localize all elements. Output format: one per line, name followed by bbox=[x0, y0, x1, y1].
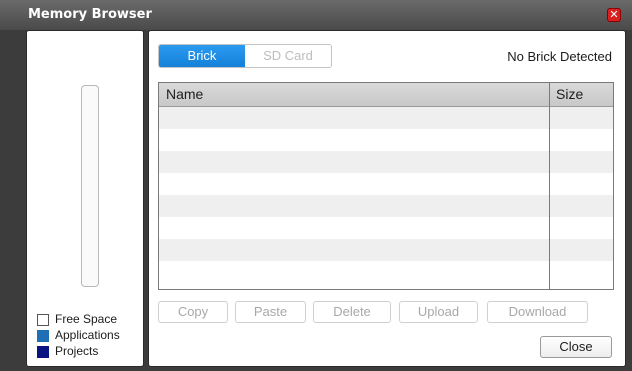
legend-label: Free Space bbox=[55, 312, 118, 326]
table-row[interactable] bbox=[159, 129, 613, 151]
upload-button[interactable]: Upload bbox=[399, 301, 478, 323]
file-browser-panel: Brick SD Card No Brick Detected Name Siz… bbox=[148, 30, 626, 367]
window-title: Memory Browser bbox=[28, 7, 152, 22]
table-row[interactable] bbox=[159, 195, 613, 217]
table-row[interactable] bbox=[159, 261, 613, 283]
table-row[interactable] bbox=[159, 151, 613, 173]
tab-sd-card[interactable]: SD Card bbox=[245, 45, 331, 67]
column-divider[interactable] bbox=[549, 83, 550, 289]
memory-legend: Free Space Applications Projects bbox=[37, 312, 147, 360]
column-header-name[interactable]: Name bbox=[166, 83, 203, 106]
copy-button[interactable]: Copy bbox=[158, 301, 228, 323]
file-list[interactable] bbox=[159, 107, 613, 283]
projects-swatch bbox=[37, 346, 49, 358]
table-row[interactable] bbox=[159, 217, 613, 239]
applications-swatch bbox=[37, 330, 49, 342]
storage-tabs: Brick SD Card bbox=[158, 44, 332, 68]
delete-button[interactable]: Delete bbox=[313, 301, 391, 323]
table-header: Name Size bbox=[159, 83, 613, 107]
legend-label: Projects bbox=[55, 344, 99, 358]
close-button[interactable]: Close bbox=[540, 336, 612, 358]
legend-label: Applications bbox=[55, 328, 120, 342]
memory-usage-panel: Free Space Applications Projects bbox=[26, 30, 144, 367]
close-icon[interactable]: ✕ bbox=[607, 8, 621, 22]
table-row[interactable] bbox=[159, 107, 613, 129]
memory-usage-meter bbox=[81, 85, 99, 287]
tab-brick[interactable]: Brick bbox=[159, 45, 245, 67]
connection-status: No Brick Detected bbox=[507, 49, 612, 64]
table-row[interactable] bbox=[159, 173, 613, 195]
memory-browser-window: Memory Browser ✕ Free Space Applications… bbox=[0, 0, 632, 371]
title-bar[interactable]: Memory Browser ✕ bbox=[0, 0, 632, 30]
legend-item-free-space: Free Space bbox=[37, 312, 147, 328]
table-row[interactable] bbox=[159, 239, 613, 261]
paste-button[interactable]: Paste bbox=[235, 301, 306, 323]
legend-item-projects: Projects bbox=[37, 344, 147, 360]
download-button[interactable]: Download bbox=[487, 301, 588, 323]
legend-item-applications: Applications bbox=[37, 328, 147, 344]
file-table: Name Size bbox=[158, 82, 614, 290]
free-space-swatch bbox=[37, 314, 49, 326]
column-header-size[interactable]: Size bbox=[556, 83, 583, 106]
